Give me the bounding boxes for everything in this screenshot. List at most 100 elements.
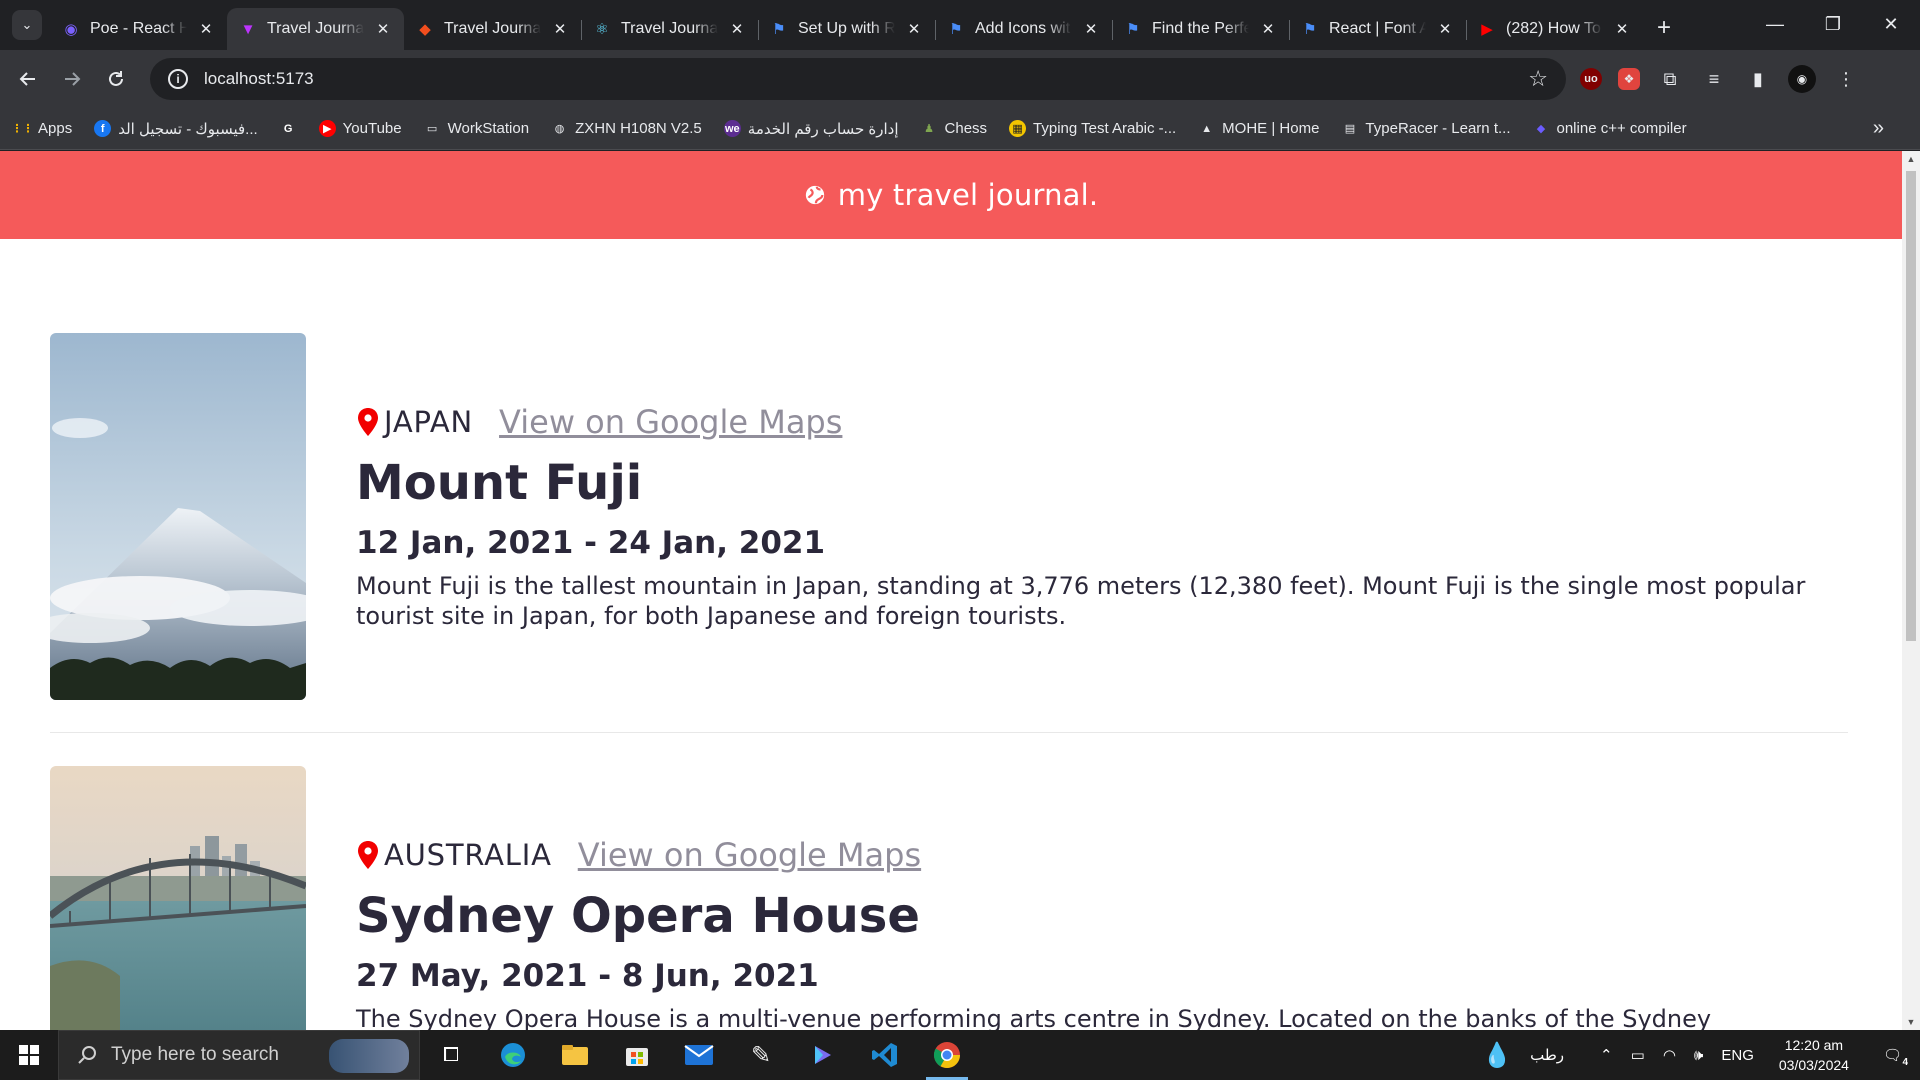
tab-7[interactable]: ⚑ Find the Perfe ✕	[1112, 8, 1289, 50]
minimize-button[interactable]: —	[1746, 0, 1804, 48]
close-icon[interactable]: ✕	[551, 20, 569, 38]
close-icon[interactable]: ✕	[197, 20, 215, 38]
weather-drop-icon[interactable]: 💧	[1473, 1041, 1521, 1070]
puzzle-icon[interactable]: ⧉	[1656, 65, 1684, 93]
forward-button[interactable]	[50, 57, 94, 101]
close-icon[interactable]: ✕	[374, 20, 392, 38]
bookmark-4[interactable]: ▶ YouTube	[318, 120, 402, 137]
window-controls: — ❐ ✕	[1746, 0, 1920, 48]
scroll-up-arrow[interactable]: ▲	[1902, 151, 1920, 167]
entry-body: JAPAN View on Google Maps Mount Fuji 12 …	[356, 403, 1806, 631]
volume-icon[interactable]: 🕪	[1685, 1047, 1712, 1064]
close-icon[interactable]: ✕	[1259, 20, 1277, 38]
bookmark-label: Apps	[38, 120, 73, 137]
site-info-icon[interactable]: i	[168, 69, 188, 89]
bookmark-label: إدارة حساب رقم الخدمة	[747, 120, 899, 138]
ublock-icon[interactable]: uo	[1580, 68, 1602, 90]
location-pin-icon	[358, 841, 378, 869]
tab-6[interactable]: ⚑ Add Icons wit ✕	[935, 8, 1112, 50]
file-explorer-icon[interactable]	[544, 1030, 606, 1080]
close-icon[interactable]: ✕	[1613, 20, 1631, 38]
bookmark-8[interactable]: ♟ Chess	[921, 120, 988, 137]
back-button[interactable]	[6, 57, 50, 101]
bookmark-label: Chess	[944, 120, 988, 137]
more-bookmarks-icon[interactable]: »	[1873, 117, 1884, 140]
tab-title: Set Up with R	[798, 20, 895, 37]
close-icon[interactable]: ✕	[1436, 20, 1454, 38]
new-tab-button[interactable]: +	[1657, 14, 1671, 42]
bookmark-12[interactable]: ◆ online c++ compiler	[1533, 120, 1687, 137]
entry-image	[50, 333, 306, 700]
taskbar-search[interactable]: Type here to search	[58, 1030, 420, 1080]
mohe-icon: ▲	[1201, 122, 1213, 135]
tab-4[interactable]: ⚛ Travel Journal ✕	[581, 8, 758, 50]
windows-taskbar: Type here to search ⧠ ✎ 💧 رطب ⌃ ▭ ◠ 🕪 EN…	[0, 1030, 1920, 1080]
start-button[interactable]	[0, 1030, 58, 1080]
edge-browser-icon[interactable]	[482, 1030, 544, 1080]
close-icon[interactable]: ✕	[1082, 20, 1100, 38]
battery-icon[interactable]: ▭	[1622, 1046, 1654, 1064]
address-bar[interactable]: i localhost:5173 ☆	[150, 58, 1566, 100]
wifi-icon[interactable]: ◠	[1654, 1046, 1685, 1064]
tab-3[interactable]: ◆ Travel Journal ✕	[404, 8, 581, 50]
kebab-menu-icon[interactable]: ⋮	[1832, 65, 1860, 93]
vscode-icon[interactable]	[854, 1030, 916, 1080]
bookmark-5[interactable]: ▭ WorkStation	[424, 120, 529, 137]
google-maps-link[interactable]: View on Google Maps	[499, 403, 842, 441]
copilot-icon[interactable]	[792, 1030, 854, 1080]
side-panel-icon[interactable]: ▮	[1744, 65, 1772, 93]
globe-icon	[805, 185, 824, 205]
page-scrollbar[interactable]: ▲ ▼	[1902, 151, 1920, 1030]
bookmark-label: YouTube	[342, 120, 402, 137]
reload-button[interactable]	[94, 57, 138, 101]
profile-avatar-icon[interactable]: ◉	[1788, 65, 1816, 93]
tab-title: Travel Journal	[621, 20, 718, 37]
close-window-button[interactable]: ✕	[1862, 0, 1920, 48]
paint-icon[interactable]: ✎	[730, 1030, 792, 1080]
tab-1[interactable]: ◉ Poe - React H ✕	[50, 8, 227, 50]
search-placeholder: Type here to search	[111, 1044, 279, 1065]
media-control-icon[interactable]: ≡	[1700, 65, 1728, 93]
bookmark-7[interactable]: we إدارة حساب رقم الخدمة	[723, 120, 899, 138]
flag-icon: ⚑	[1126, 21, 1140, 38]
task-view-icon[interactable]: ⧠	[420, 1030, 482, 1080]
tab-5[interactable]: ⚑ Set Up with R ✕	[758, 8, 935, 50]
microsoft-store-icon[interactable]	[606, 1030, 668, 1080]
bookmark-6[interactable]: ◍ ZXHN H108N V2.5	[551, 120, 702, 137]
bookmark-2[interactable]: f فيسبوك - تسجيل الد...	[94, 120, 258, 138]
language-indicator[interactable]: ENG	[1712, 1047, 1763, 1064]
mail-icon[interactable]	[668, 1030, 730, 1080]
chevron-up-icon[interactable]: ⌃	[1591, 1046, 1622, 1064]
scroll-down-arrow[interactable]: ▼	[1902, 1014, 1920, 1030]
extensions-area: uo ❖ ⧉ ≡ ▮ ◉ ⋮	[1580, 58, 1860, 100]
entry-body: AUSTRALIA View on Google Maps Sydney Ope…	[356, 836, 1806, 1030]
tab-search-button[interactable]: ⌄	[12, 10, 42, 40]
bookmark-11[interactable]: ▤ TypeRacer - Learn t...	[1341, 120, 1511, 137]
bookmark-3[interactable]: G	[280, 120, 297, 137]
bookmark-1[interactable]: ⋮⋮ Apps	[11, 120, 73, 137]
bookmark-star-icon[interactable]: ☆	[1528, 66, 1548, 92]
google-maps-link[interactable]: View on Google Maps	[578, 836, 921, 874]
tab-9[interactable]: ▶ (282) How To ✕	[1466, 8, 1643, 50]
bookmark-label: ZXHN H108N V2.5	[575, 120, 702, 137]
extension-red-icon[interactable]: ❖	[1618, 68, 1640, 90]
tab-title: (282) How To	[1506, 20, 1601, 37]
notification-center-icon[interactable]: 🗨 4	[1865, 1046, 1920, 1068]
apps-grid-icon: ⋮⋮	[11, 123, 34, 135]
bookmark-10[interactable]: ▲ MOHE | Home	[1198, 120, 1319, 137]
url-text[interactable]: localhost:5173	[204, 69, 1528, 89]
scroll-thumb[interactable]	[1906, 171, 1916, 641]
clock[interactable]: 12:20 am 03/03/2024	[1763, 1035, 1865, 1075]
chrome-icon[interactable]	[916, 1030, 978, 1080]
restore-button[interactable]: ❐	[1804, 0, 1862, 48]
bookmark-label: Typing Test Arabic -...	[1033, 120, 1177, 137]
page-viewport: my travel journal. JAPAN View on Google …	[0, 151, 1902, 1030]
entry-country: AUSTRALIA	[384, 838, 552, 872]
tab-8[interactable]: ⚑ React | Font A ✕	[1289, 8, 1466, 50]
close-icon[interactable]: ✕	[905, 20, 923, 38]
weather-text[interactable]: رطب	[1521, 1046, 1573, 1064]
location-row: AUSTRALIA View on Google Maps	[356, 836, 1806, 874]
tab-2[interactable]: ▼ Travel Journal ✕	[227, 8, 404, 50]
close-icon[interactable]: ✕	[728, 20, 746, 38]
bookmark-9[interactable]: ▦ Typing Test Arabic -...	[1009, 120, 1176, 137]
